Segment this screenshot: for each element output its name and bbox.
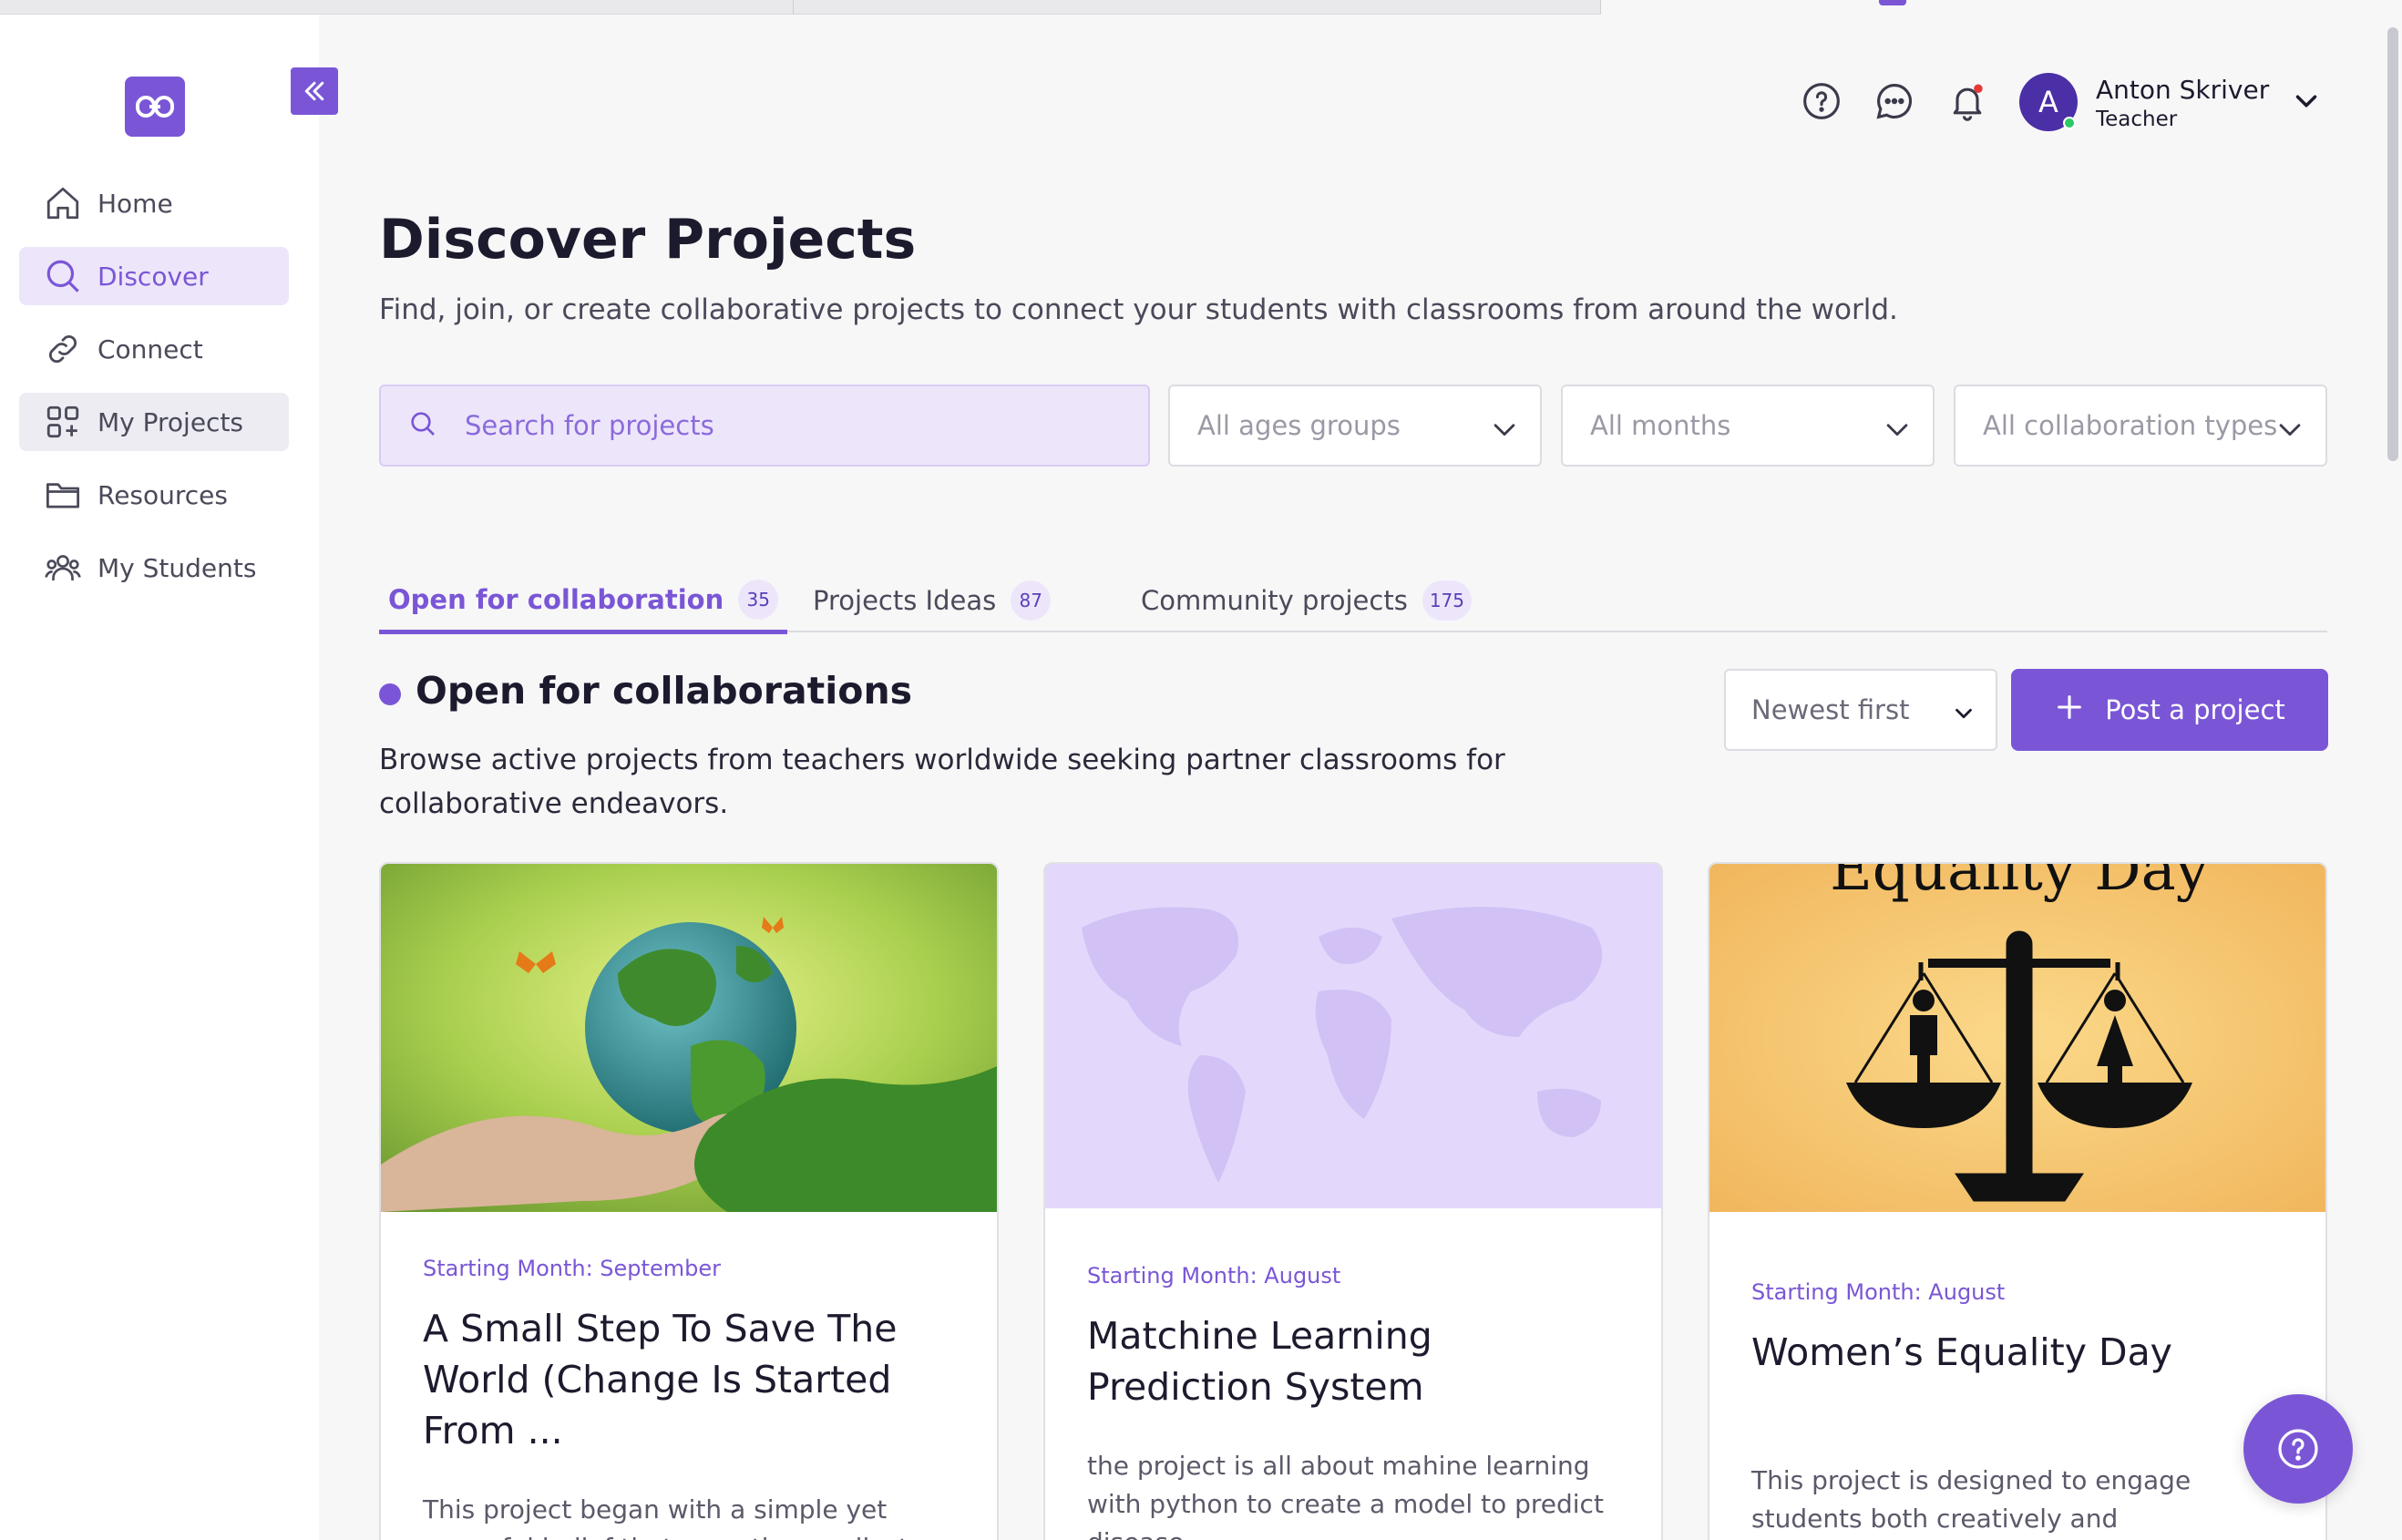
collaboration-type-select[interactable]: All collaboration types: [1954, 385, 2327, 467]
project-card[interactable]: Starting Month: September A Small Step T…: [379, 862, 999, 1540]
folder-icon: [43, 475, 83, 515]
tab-count-badge: 175: [1422, 580, 1473, 621]
project-title[interactable]: Women’s Equality Day: [1751, 1327, 2289, 1378]
users-icon: [43, 548, 83, 588]
avatar[interactable]: A: [2019, 73, 2078, 131]
section-title: Open for collaborations: [416, 669, 913, 713]
project-description: This project began with a simple yet pow…: [423, 1494, 908, 1540]
chevron-down-icon: [1489, 414, 1520, 451]
search-icon: [43, 256, 83, 296]
chevron-down-icon: [2274, 414, 2305, 451]
search-icon: [408, 409, 441, 442]
browser-tab-indicator: [1879, 0, 1906, 5]
sort-value: Newest first: [1751, 694, 1910, 725]
link-icon: [43, 329, 83, 369]
app-logo[interactable]: [125, 77, 185, 137]
browser-tab-strip: [0, 0, 2402, 15]
avatar-initial: A: [2038, 85, 2058, 119]
sidebar-item-label: Resources: [98, 479, 228, 510]
project-title[interactable]: Matchine Learning Prediction System: [1087, 1310, 1625, 1412]
search-box[interactable]: [379, 385, 1150, 467]
section-bullet: [379, 683, 401, 705]
tab-open-for-collaboration[interactable]: Open for collaboration 35: [379, 569, 788, 634]
project-card[interactable]: Equality Day Starting Month: August Wome…: [1708, 862, 2327, 1540]
project-start-month: Starting Month: August: [1087, 1263, 1341, 1288]
post-project-button[interactable]: Post a project: [2011, 669, 2328, 751]
help-icon: [2278, 1429, 2318, 1469]
sidebar-nav: Home Discover Connect My Projects Resour…: [19, 174, 289, 611]
tab-count-badge: 35: [738, 579, 779, 620]
collaboration-type-value: All collaboration types: [1983, 410, 2278, 441]
sidebar: Home Discover Connect My Projects Resour…: [0, 15, 319, 1540]
age-group-value: All ages groups: [1197, 410, 1401, 441]
project-card[interactable]: Starting Month: August Matchine Learning…: [1043, 862, 1663, 1540]
user-name: Anton Skriver: [2096, 75, 2270, 105]
browser-tab[interactable]: [793, 0, 1600, 15]
tab-label: Community projects: [1141, 585, 1408, 616]
sidebar-item-label: My Projects: [98, 406, 244, 437]
grid-plus-icon: [43, 402, 83, 442]
project-card-image: [1045, 864, 1661, 1208]
chevron-down-icon: [1950, 700, 1977, 734]
post-project-label: Post a project: [2105, 694, 2285, 725]
home-icon: [43, 183, 83, 223]
double-chevron-left-icon: [304, 81, 324, 101]
tab-label: Open for collaboration: [388, 583, 724, 615]
project-card-image: [381, 864, 997, 1212]
plus-icon: [2054, 692, 2085, 729]
age-group-select[interactable]: All ages groups: [1168, 385, 1542, 467]
month-select[interactable]: All months: [1561, 385, 1935, 467]
project-description: This project is designed to engage stude…: [1751, 1465, 2192, 1534]
project-tabs: Open for collaboration 35 Projects Ideas…: [379, 569, 2327, 634]
tab-label: Projects Ideas: [813, 585, 997, 616]
sidebar-item-home[interactable]: Home: [19, 174, 289, 232]
sidebar-item-my-projects[interactable]: My Projects: [19, 393, 289, 451]
sidebar-item-label: Connect: [98, 334, 203, 364]
help-chat-button[interactable]: [2243, 1394, 2353, 1504]
sidebar-item-my-students[interactable]: My Students: [19, 539, 289, 597]
project-title[interactable]: A Small Step To Save The World (Change I…: [423, 1303, 960, 1456]
collapse-sidebar-button[interactable]: [291, 67, 338, 115]
sidebar-item-resources[interactable]: Resources: [19, 466, 289, 524]
project-card-image: Equality Day: [1709, 864, 2325, 1212]
sidebar-item-discover[interactable]: Discover: [19, 247, 289, 305]
chevron-down-icon: [1882, 414, 1913, 451]
page-title: Discover Projects: [379, 208, 917, 272]
notification-bell-icon[interactable]: [1945, 78, 1990, 124]
sort-select[interactable]: Newest first: [1724, 669, 1997, 751]
user-role: Teacher: [2096, 108, 2178, 131]
month-value: All months: [1590, 410, 1731, 441]
sidebar-item-label: My Students: [98, 552, 257, 583]
sidebar-item-connect[interactable]: Connect: [19, 320, 289, 378]
sidebar-item-label: Discover: [98, 261, 209, 292]
tab-community-projects[interactable]: Community projects 175: [1141, 569, 1473, 632]
tab-count-badge: 87: [1011, 580, 1052, 621]
infinity-link-icon: [136, 96, 174, 118]
project-start-month: Starting Month: August: [1751, 1279, 2006, 1305]
browser-tab-active[interactable]: [1600, 0, 2402, 15]
online-status-dot: [2063, 117, 2076, 129]
page-scrollbar[interactable]: [2387, 27, 2398, 461]
project-start-month: Starting Month: September: [423, 1256, 721, 1281]
search-input[interactable]: [465, 410, 1103, 441]
chat-icon[interactable]: [1872, 78, 1917, 124]
page-subtitle: Find, join, or create collaborative proj…: [379, 293, 1898, 326]
help-icon[interactable]: [1799, 78, 1844, 124]
project-description: the project is all about mahine learning…: [1087, 1451, 1604, 1540]
tab-projects-ideas[interactable]: Projects Ideas 87: [813, 569, 1052, 632]
card-image-caption: Equality Day: [1830, 864, 2209, 904]
user-menu-chevron-down-icon[interactable]: [2289, 84, 2324, 122]
section-description: Browse active projects from teachers wor…: [379, 744, 1505, 820]
sidebar-item-label: Home: [98, 188, 173, 219]
